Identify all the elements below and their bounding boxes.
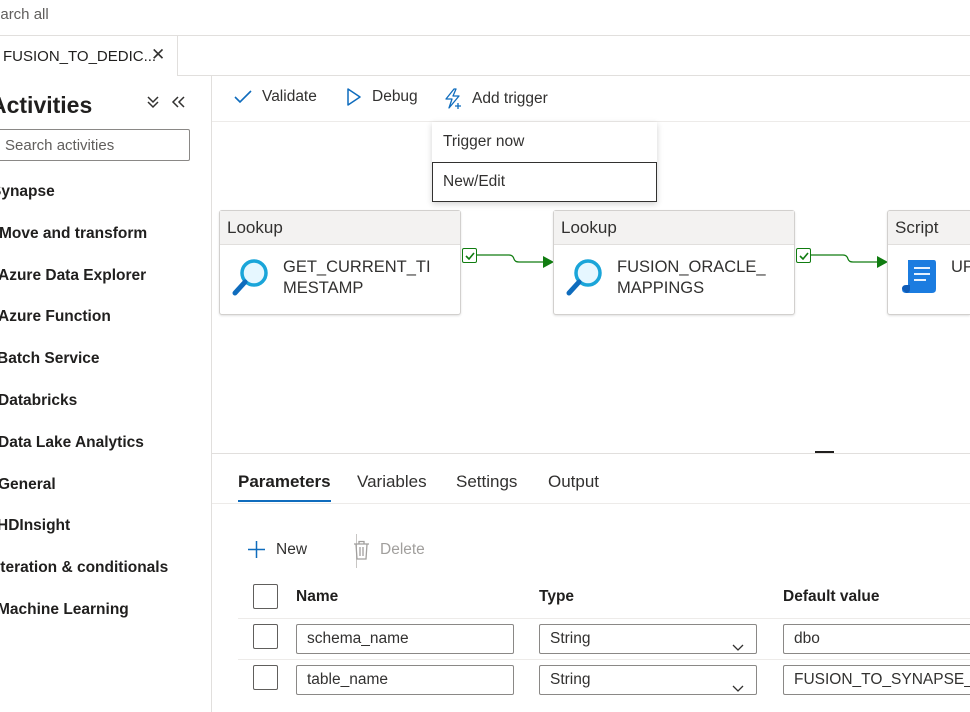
tab-strip: FUSION_TO_DEDIC... ✕	[0, 36, 970, 76]
menu-item-trigger-now[interactable]: Trigger now	[432, 122, 657, 162]
row-checkbox[interactable]	[253, 665, 278, 690]
debug-button[interactable]: Debug	[346, 88, 418, 106]
add-trigger-label: Add trigger	[472, 90, 548, 107]
search-activities-box[interactable]	[0, 129, 190, 161]
parameter-type-select[interactable]: String	[539, 665, 757, 695]
chevron-down-icon	[732, 675, 744, 694]
new-label: New	[276, 540, 308, 558]
activities-title: Activities	[0, 92, 93, 118]
success-checkbox-icon[interactable]	[462, 248, 477, 263]
parameter-name-input[interactable]: schema_name	[296, 624, 514, 654]
parameter-default-input[interactable]: dbo	[783, 624, 970, 654]
parameter-name-input[interactable]: table_name	[296, 665, 514, 695]
play-icon	[346, 88, 362, 106]
column-header-name: Name	[296, 588, 339, 605]
activity-type-label: Lookup	[220, 211, 460, 245]
trash-icon	[353, 540, 370, 560]
category-general[interactable]: General	[0, 473, 211, 515]
activity-type-label: Script	[888, 211, 970, 245]
activity-categories: Synapse Move and transform Azure Data Ex…	[0, 180, 211, 640]
select-all-checkbox[interactable]	[253, 584, 278, 609]
category-batch-service[interactable]: Batch Service	[0, 347, 211, 389]
category-data-lake-analytics[interactable]: Data Lake Analytics	[0, 431, 211, 473]
delete-parameter-button[interactable]: Delete	[353, 540, 425, 560]
success-checkbox-icon[interactable]	[796, 248, 811, 263]
lightning-icon	[444, 88, 462, 110]
category-databricks[interactable]: Databricks	[0, 389, 211, 431]
properties-panel: Parameters Variables Settings Output New…	[212, 453, 970, 712]
parameter-type-value: String	[550, 630, 591, 647]
menu-item-new-edit[interactable]: New/Edit	[432, 162, 657, 202]
lookup-icon	[232, 257, 272, 302]
validate-label: Validate	[262, 88, 317, 105]
tab-pipeline[interactable]: FUSION_TO_DEDIC... ✕	[0, 36, 178, 76]
table-row: schema_name String dbo	[238, 619, 970, 660]
column-header-type: Type	[539, 588, 575, 605]
activity-type-label: Lookup	[554, 211, 794, 245]
parameter-type-value: String	[550, 671, 591, 688]
tab-parameters[interactable]: Parameters	[238, 472, 331, 502]
tab-variables[interactable]: Variables	[357, 472, 427, 492]
parameter-type-select[interactable]: String	[539, 624, 757, 654]
plus-icon	[247, 540, 266, 559]
column-header-default-value: Default value	[783, 588, 880, 605]
global-search-bar[interactable]: Search all	[0, 0, 970, 36]
tab-settings[interactable]: Settings	[456, 472, 517, 492]
category-azure-data-explorer[interactable]: Azure Data Explorer	[0, 264, 211, 306]
close-icon[interactable]: ✕	[151, 45, 165, 65]
category-azure-function[interactable]: Azure Function	[0, 305, 211, 347]
activity-node-fusion-oracle-mappings[interactable]: Lookup FUSION_ORACLE_MAPPINGS	[553, 210, 795, 315]
success-connector[interactable]	[477, 250, 555, 274]
lookup-icon	[566, 257, 606, 302]
category-hdinsight[interactable]: HDInsight	[0, 514, 211, 556]
tab-label: FUSION_TO_DEDIC...	[3, 48, 157, 65]
activity-node-get-current-timestamp[interactable]: Lookup GET_CURRENT_TIMESTAMP	[219, 210, 461, 315]
table-row: table_name String FUSION_TO_SYNAPSE_SCHE…	[238, 660, 970, 701]
activity-name: UPDATE_CONFIGURATION	[951, 258, 970, 276]
activity-name: FUSION_ORACLE_MAPPINGS	[617, 258, 766, 297]
table-header-row: Name Type Default value	[238, 574, 970, 619]
validate-button[interactable]: Validate	[234, 88, 317, 106]
add-trigger-button[interactable]: Add trigger	[444, 88, 548, 110]
success-connector[interactable]	[811, 250, 889, 274]
collapse-pane-icon[interactable]	[170, 92, 186, 115]
global-search-text[interactable]: Search all	[0, 6, 49, 23]
script-icon	[900, 257, 940, 302]
collapse-all-icon[interactable]	[146, 94, 160, 114]
category-synapse[interactable]: Synapse	[0, 180, 211, 222]
category-machine-learning[interactable]: Machine Learning	[0, 598, 211, 640]
chevron-down-icon	[732, 634, 744, 653]
parameter-default-input[interactable]: FUSION_TO_SYNAPSE_SCHEMA	[783, 665, 970, 695]
pipeline-toolbar: Validate Debug Add trigger	[212, 76, 970, 122]
debug-label: Debug	[372, 88, 418, 105]
category-iteration-conditionals[interactable]: Iteration & conditionals	[0, 556, 211, 598]
checkmark-icon	[234, 90, 252, 104]
activities-pane: Activities Synapse Move and transform Az…	[0, 76, 212, 712]
new-parameter-button[interactable]: New	[247, 540, 307, 559]
tab-output[interactable]: Output	[548, 472, 599, 492]
row-checkbox[interactable]	[253, 624, 278, 649]
activity-name: GET_CURRENT_TIMESTAMP	[283, 258, 431, 297]
activity-node-script[interactable]: Script UPDATE_CONFIGURATION	[887, 210, 970, 315]
search-activities-input[interactable]	[0, 130, 189, 160]
category-move-and-transform[interactable]: Move and transform	[0, 222, 211, 264]
delete-label: Delete	[380, 541, 425, 558]
panel-tabs: Parameters Variables Settings Output	[212, 454, 970, 504]
add-trigger-menu: Trigger now New/Edit	[432, 122, 657, 202]
